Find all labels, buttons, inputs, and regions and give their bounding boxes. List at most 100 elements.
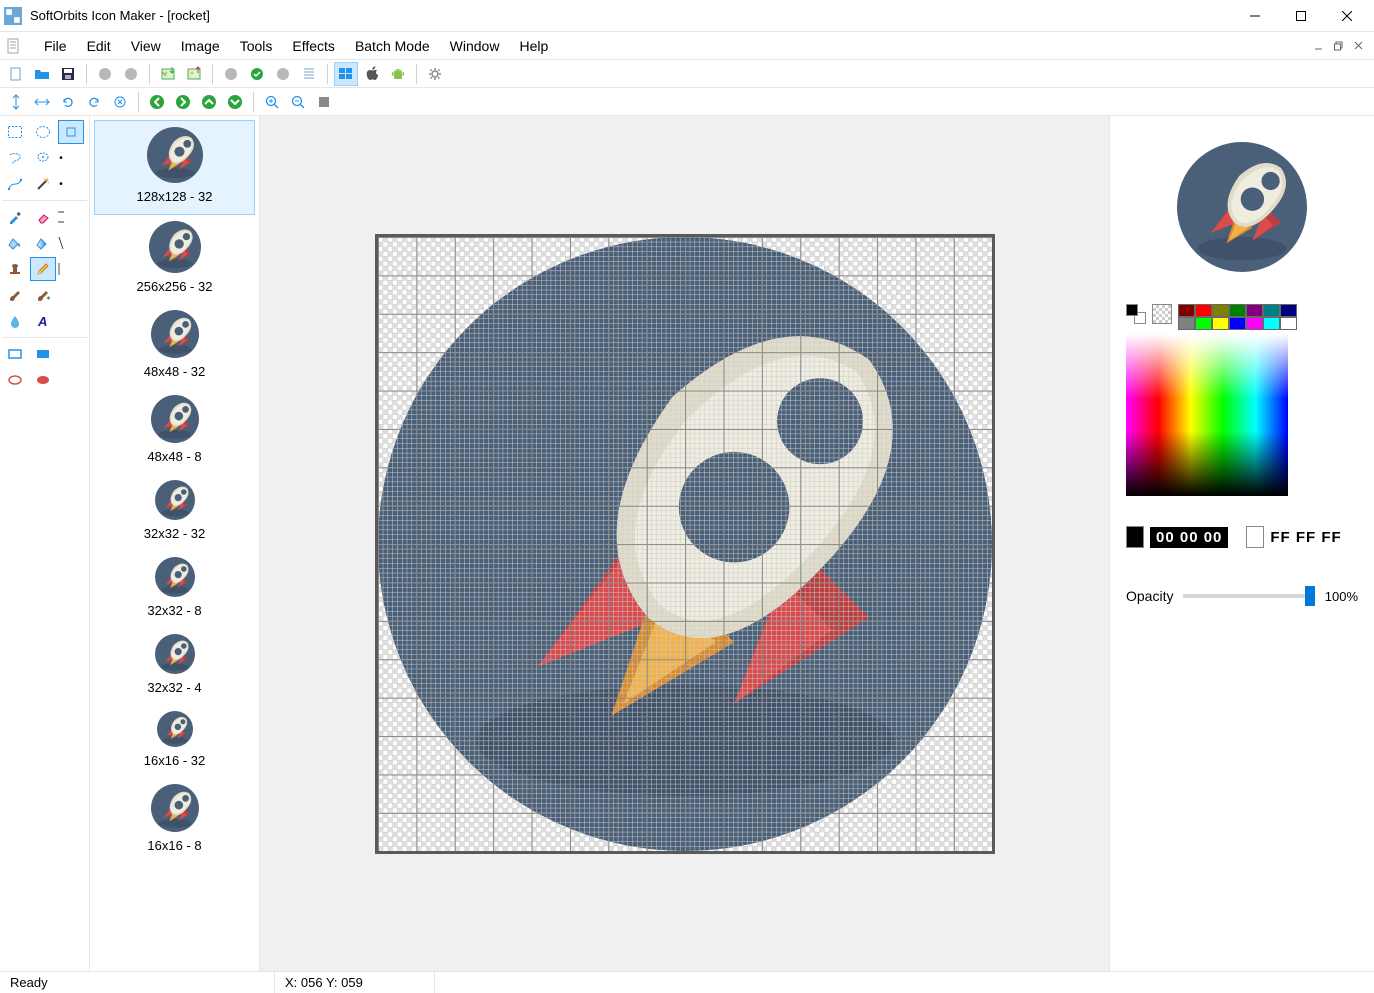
- size-item[interactable]: 48x48 - 8: [94, 389, 255, 474]
- size-item[interactable]: 16x16 - 32: [94, 705, 255, 778]
- palette-color[interactable]: [1178, 317, 1195, 330]
- rotate-right-button[interactable]: [82, 90, 106, 114]
- pixel-canvas[interactable]: [378, 237, 992, 851]
- blur-tool[interactable]: [2, 309, 28, 333]
- size-label: 16x16 - 32: [94, 753, 255, 768]
- palette-color[interactable]: [1280, 317, 1297, 330]
- size-item[interactable]: 256x256 - 32: [94, 215, 255, 304]
- minimize-button[interactable]: [1232, 2, 1278, 30]
- menu-window[interactable]: Window: [440, 34, 510, 58]
- move-tool[interactable]: [58, 120, 84, 144]
- size-item[interactable]: 32x32 - 8: [94, 551, 255, 628]
- palette-color[interactable]: [1195, 304, 1212, 317]
- menu-image[interactable]: Image: [171, 34, 230, 58]
- size-item[interactable]: 32x32 - 4: [94, 628, 255, 705]
- rect-fill-tool[interactable]: [30, 342, 56, 366]
- palette-color[interactable]: [1263, 304, 1280, 317]
- opacity-slider[interactable]: [1183, 594, 1314, 598]
- new-button[interactable]: [4, 62, 28, 86]
- size-item[interactable]: 128x128 - 32: [94, 120, 255, 215]
- pencil-tool[interactable]: [30, 257, 56, 281]
- palette-color[interactable]: [1246, 304, 1263, 317]
- rect-select-tool[interactable]: [2, 120, 28, 144]
- size-item[interactable]: 32x32 - 32: [94, 474, 255, 551]
- menu-help[interactable]: Help: [509, 34, 558, 58]
- rotate-left-button[interactable]: [56, 90, 80, 114]
- android-platform-button[interactable]: [386, 62, 410, 86]
- document-icon: [6, 38, 22, 54]
- fg-swatch[interactable]: [1126, 526, 1144, 548]
- mdi-minimize-button[interactable]: [1310, 37, 1328, 55]
- maximize-button[interactable]: [1278, 2, 1324, 30]
- app-icon: [4, 7, 22, 25]
- path-tool[interactable]: [2, 172, 28, 196]
- ellipse-fill-tool[interactable]: [30, 368, 56, 392]
- nav-down-button[interactable]: [223, 90, 247, 114]
- color-palette[interactable]: [1178, 304, 1314, 330]
- sizes-scroll[interactable]: 128x128 - 32256x256 - 32 48x48 - 32 48x48 …: [90, 116, 259, 971]
- status-bar: Ready X: 056 Y: 059: [0, 971, 1374, 993]
- size-label: 48x48 - 32: [94, 364, 255, 379]
- settings-button[interactable]: [423, 62, 447, 86]
- ok-circle-button[interactable]: [245, 62, 269, 86]
- palette-color[interactable]: [1229, 317, 1246, 330]
- size-item[interactable]: 48x48 - 32: [94, 304, 255, 389]
- color-square-button[interactable]: [312, 90, 336, 114]
- flip-vertical-button[interactable]: [4, 90, 28, 114]
- disabled-circle-3: [219, 62, 243, 86]
- color-map[interactable]: [1126, 334, 1288, 496]
- list-button[interactable]: [297, 62, 321, 86]
- ellipse-outline-tool[interactable]: [2, 368, 28, 392]
- stamp-tool[interactable]: [2, 257, 28, 281]
- save-button[interactable]: [56, 62, 80, 86]
- bg-swatch[interactable]: [1246, 526, 1264, 548]
- apple-platform-button[interactable]: [360, 62, 384, 86]
- color-swatch-pair[interactable]: [1126, 304, 1146, 324]
- fill-tool[interactable]: [2, 231, 28, 255]
- close-button[interactable]: [1324, 2, 1370, 30]
- transparent-swatch[interactable]: [1152, 304, 1172, 324]
- palette-color[interactable]: [1280, 304, 1297, 317]
- clear-transform-button[interactable]: [108, 90, 132, 114]
- open-button[interactable]: [30, 62, 54, 86]
- gradient-tool[interactable]: [30, 231, 56, 255]
- menu-file[interactable]: File: [34, 34, 77, 58]
- windows-platform-button[interactable]: [334, 62, 358, 86]
- menu-tools[interactable]: Tools: [230, 34, 283, 58]
- clone-brush-tool[interactable]: [30, 283, 56, 307]
- eyedropper-tool[interactable]: [2, 205, 28, 229]
- mdi-close-button[interactable]: [1350, 37, 1368, 55]
- tool-options-indicator: •: [58, 146, 64, 170]
- palette-color[interactable]: [1212, 317, 1229, 330]
- ellipse-select-tool[interactable]: [30, 120, 56, 144]
- rect-outline-tool[interactable]: [2, 342, 28, 366]
- nav-right-button[interactable]: [171, 90, 195, 114]
- menu-effects[interactable]: Effects: [282, 34, 345, 58]
- wand-tool[interactable]: [30, 172, 56, 196]
- palette-color[interactable]: [1212, 304, 1229, 317]
- zoom-in-button[interactable]: [260, 90, 284, 114]
- opacity-label: Opacity: [1126, 588, 1173, 604]
- export-image-button[interactable]: [182, 62, 206, 86]
- eraser-tool[interactable]: [30, 205, 56, 229]
- nav-left-button[interactable]: [145, 90, 169, 114]
- brush-tool[interactable]: [2, 283, 28, 307]
- flip-horizontal-button[interactable]: [30, 90, 54, 114]
- palette-color[interactable]: [1178, 304, 1195, 317]
- nav-up-button[interactable]: [197, 90, 221, 114]
- import-image-button[interactable]: [156, 62, 180, 86]
- line-style-indicator: [58, 205, 64, 229]
- palette-color[interactable]: [1229, 304, 1246, 317]
- magic-select-tool[interactable]: [30, 146, 56, 170]
- palette-color[interactable]: [1195, 317, 1212, 330]
- menu-batch-mode[interactable]: Batch Mode: [345, 34, 440, 58]
- palette-color[interactable]: [1246, 317, 1263, 330]
- zoom-out-button[interactable]: [286, 90, 310, 114]
- menu-view[interactable]: View: [121, 34, 171, 58]
- mdi-restore-button[interactable]: [1330, 37, 1348, 55]
- menu-edit[interactable]: Edit: [77, 34, 121, 58]
- palette-color[interactable]: [1263, 317, 1280, 330]
- lasso-tool[interactable]: [2, 146, 28, 170]
- size-item[interactable]: 16x16 - 8: [94, 778, 255, 863]
- text-tool[interactable]: A: [30, 309, 56, 333]
